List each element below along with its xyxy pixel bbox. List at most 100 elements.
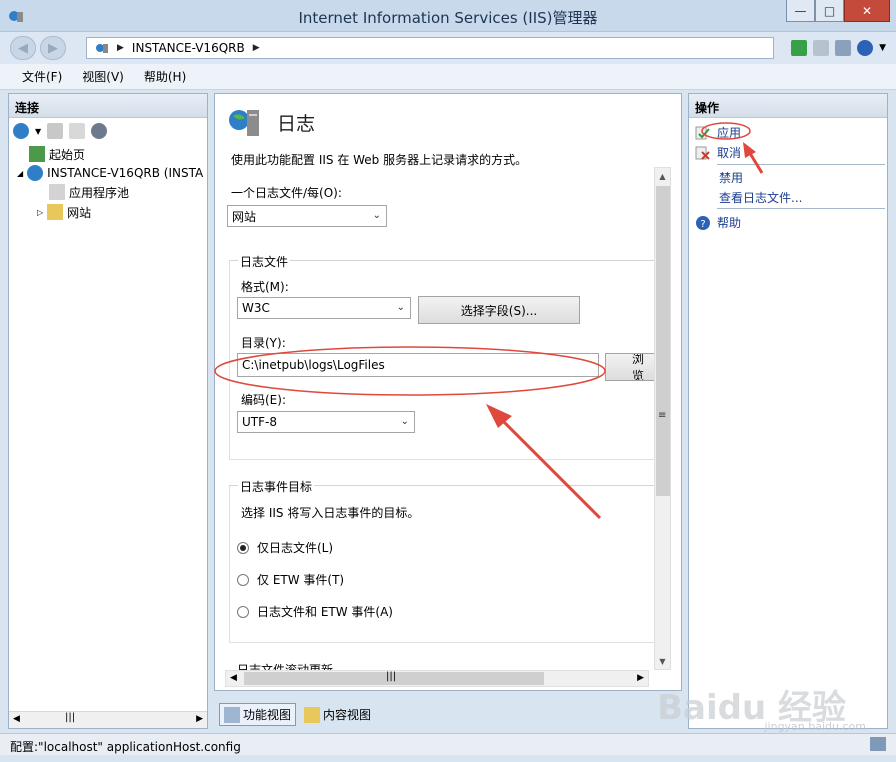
connections-pane: 连接 ▼ 起始页 ◢ INSTANCE-V16QRB (INSTA 应用程序池 … <box>8 93 208 729</box>
radio-etw-only[interactable]: 仅 ETW 事件(T) <box>237 571 344 588</box>
one-log-label: 一个日志文件/每(O): <box>231 186 342 200</box>
title-bar: Internet Information Services (IIS)管理器 —… <box>0 0 896 32</box>
format-label: 格式(M): <box>241 280 289 294</box>
breadcrumb-server[interactable]: INSTANCE-V16QRB <box>132 41 245 55</box>
help-icon: ? <box>696 215 710 230</box>
encoding-label: 编码(E): <box>241 393 286 407</box>
connect-dropdown-icon[interactable]: ▼ <box>35 127 41 136</box>
tree-item-server[interactable]: ◢ INSTANCE-V16QRB (INSTA <box>17 163 203 183</box>
radio-both[interactable]: 日志文件和 ETW 事件(A) <box>237 603 393 620</box>
action-view-log-files[interactable]: 查看日志文件... <box>719 189 802 206</box>
status-bar: 配置:"localhost" applicationHost.config <box>0 733 896 755</box>
connections-header: 连接 <box>9 94 207 118</box>
logging-feature-pane: 日志 使用此功能配置 IIS 在 Web 服务器上记录请求的方式。 一个日志文件… <box>214 93 682 691</box>
menu-help[interactable]: 帮助(H) <box>144 68 186 85</box>
menu-bar: 文件(F) 视图(V) 帮助(H) <box>0 64 896 90</box>
baidu-watermark-url: jingyan.baidu.com <box>764 720 866 733</box>
sites-folder-icon <box>47 204 64 220</box>
radio-unchecked-icon <box>237 573 249 586</box>
tab-features-view[interactable]: 功能视图 <box>219 703 297 726</box>
actions-pane: 操作 应用 取消 禁用 查看日志文件... ? 帮助 <box>688 93 888 729</box>
radio-log-file-only[interactable]: 仅日志文件(L) <box>237 539 333 556</box>
help-icon[interactable] <box>857 40 874 56</box>
logging-icon <box>229 110 259 136</box>
action-apply[interactable]: 应用 <box>695 124 741 141</box>
maximize-button[interactable]: □ <box>815 0 844 22</box>
log-file-group-title: 日志文件 <box>238 253 291 270</box>
view-tabs: 功能视图 内容视图 <box>219 703 375 726</box>
disconnect-icon[interactable] <box>91 123 108 139</box>
scroll-grip-icon: ||| <box>386 671 397 682</box>
actions-divider <box>717 208 885 209</box>
chevron-down-icon: ⌄ <box>400 416 409 427</box>
scroll-down-icon[interactable]: ▼ <box>655 653 670 669</box>
actions-header: 操作 <box>689 94 887 118</box>
encoding-select[interactable]: UTF-8 ⌄ <box>237 411 415 433</box>
forward-button[interactable]: ▶ <box>40 36 66 60</box>
scroll-grip-icon[interactable]: ||| <box>65 712 75 723</box>
center-vscrollbar[interactable]: ▲ ≡ ▼ <box>654 167 671 670</box>
scroll-left-icon[interactable]: ◀ <box>230 673 237 683</box>
back-button[interactable]: ◀ <box>10 36 36 60</box>
log-event-description: 选择 IIS 将写入日志事件的目标。 <box>241 506 420 520</box>
tree-item-sites[interactable]: ▷ 网站 <box>37 202 91 222</box>
page-title: 日志 <box>277 112 316 135</box>
tree-item-start-page[interactable]: 起始页 <box>29 144 85 164</box>
directory-input[interactable]: C:\inetpub\logs\LogFiles <box>237 353 599 377</box>
action-cancel[interactable]: 取消 <box>695 144 741 161</box>
scroll-up-icon[interactable]: ▲ <box>655 168 670 184</box>
collapse-icon[interactable]: ◢ <box>17 169 23 178</box>
refresh-icon[interactable] <box>791 40 808 56</box>
one-log-select[interactable]: 网站 ⌄ <box>227 205 387 227</box>
server-node-icon <box>27 165 44 181</box>
close-button[interactable]: ✕ <box>844 0 890 22</box>
svg-text:?: ? <box>700 219 705 230</box>
window-title: Internet Information Services (IIS)管理器 <box>298 9 598 27</box>
scroll-right-icon[interactable]: ▶ <box>196 714 203 724</box>
actions-divider <box>717 164 885 165</box>
center-hscrollbar[interactable]: ◀ ||| ▶ <box>225 670 649 687</box>
features-view-icon <box>224 706 240 723</box>
address-bar: ◀ ▶ ▶ INSTANCE-V16QRB ▶ ▼ <box>0 32 896 64</box>
menu-file[interactable]: 文件(F) <box>22 68 62 85</box>
log-event-group-title: 日志事件目标 <box>238 478 315 495</box>
home-icon[interactable] <box>835 40 852 56</box>
up-icon[interactable] <box>69 123 86 139</box>
address-field[interactable]: ▶ INSTANCE-V16QRB ▶ <box>86 37 774 59</box>
stop-icon[interactable] <box>813 40 830 56</box>
scroll-grip-icon: ≡ <box>658 410 667 421</box>
apply-check-icon <box>695 126 710 139</box>
scroll-left-icon[interactable]: ◀ <box>13 714 20 724</box>
feature-heading: 日志 <box>227 106 315 138</box>
scroll-right-icon[interactable]: ▶ <box>637 673 644 683</box>
start-page-icon <box>29 146 45 162</box>
minimize-button[interactable]: — <box>786 0 815 22</box>
tab-content-view[interactable]: 内容视图 <box>300 703 375 726</box>
action-help[interactable]: ? 帮助 <box>695 214 741 231</box>
connections-hscrollbar[interactable]: ◀ ||| ▶ <box>9 711 207 728</box>
scroll-thumb[interactable] <box>656 186 670 496</box>
chevron-down-icon: ⌄ <box>396 302 405 313</box>
server-icon <box>96 44 108 53</box>
action-disable[interactable]: 禁用 <box>719 169 743 186</box>
feature-description: 使用此功能配置 IIS 在 Web 服务器上记录请求的方式。 <box>231 153 528 167</box>
breadcrumb-chevron-icon[interactable]: ▶ <box>253 43 260 53</box>
format-select[interactable]: W3C ⌄ <box>237 297 411 319</box>
content-view-icon <box>304 706 321 723</box>
menu-view[interactable]: 视图(V) <box>82 68 124 85</box>
select-fields-button[interactable]: 选择字段(S)... <box>418 296 580 324</box>
radio-unchecked-icon <box>237 605 249 618</box>
rollover-group-title: 日志文件滚动更新 <box>237 663 334 670</box>
status-network-icon <box>870 737 886 751</box>
rollover-group-clip: 日志文件滚动更新 <box>229 661 659 670</box>
radio-checked-icon <box>237 541 249 554</box>
connect-icon[interactable] <box>13 123 29 139</box>
breadcrumb-separator-icon: ▶ <box>117 43 124 53</box>
help-dropdown-icon[interactable]: ▼ <box>879 43 886 53</box>
tree-item-app-pools[interactable]: 应用程序池 <box>49 182 129 202</box>
expand-icon[interactable]: ▷ <box>37 208 43 217</box>
save-icon[interactable] <box>47 123 64 139</box>
chevron-down-icon: ⌄ <box>372 210 381 221</box>
cancel-x-icon <box>695 146 710 160</box>
browse-button[interactable]: 浏览 <box>605 353 655 381</box>
